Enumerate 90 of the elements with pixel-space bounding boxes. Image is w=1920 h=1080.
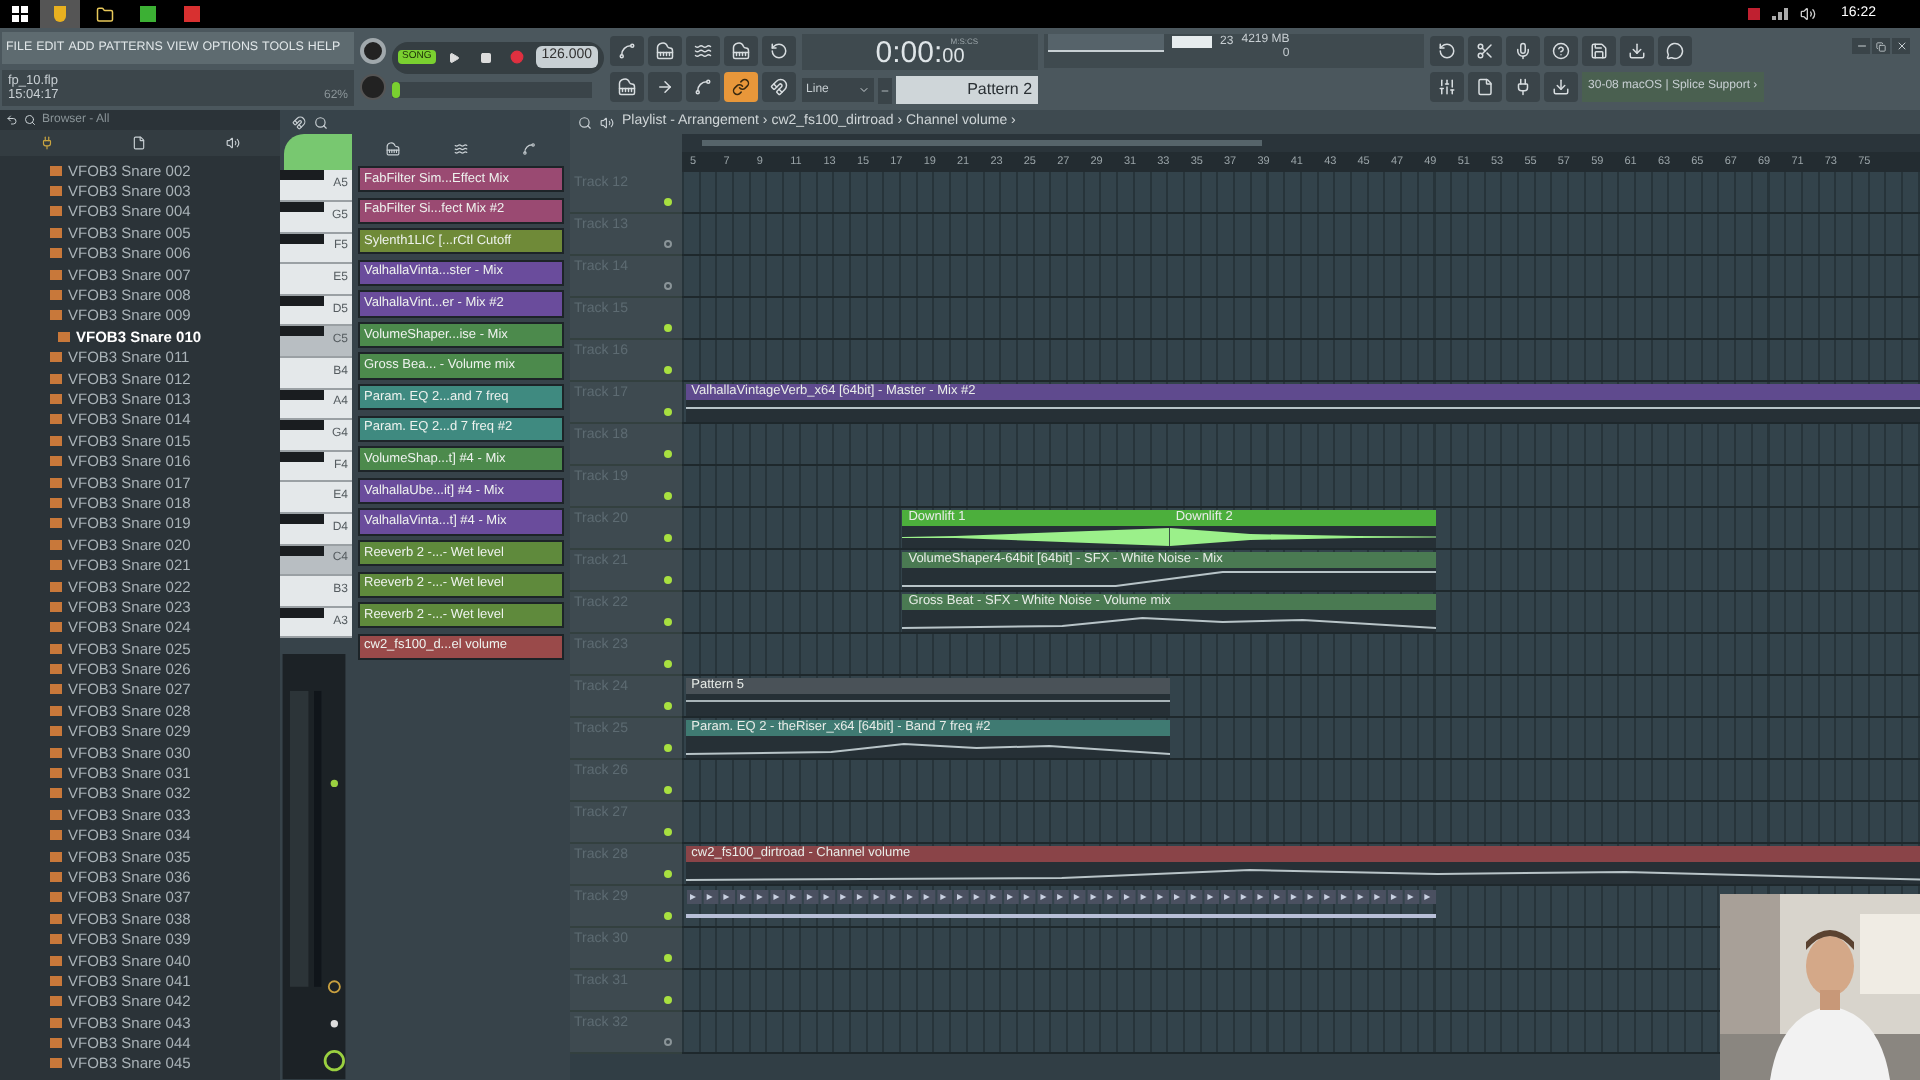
sharp-key[interactable] [280,514,324,525]
loop-icon [770,42,789,60]
time-centiseconds: 00 [942,46,965,70]
microphone-icon [1514,42,1533,60]
curve-icon [618,42,637,60]
search-icon[interactable] [24,114,36,126]
minus-icon [880,85,891,95]
curve-icon[interactable] [522,142,537,156]
wave-icon [694,42,713,60]
toolbar-button[interactable] [762,36,797,66]
piano-icon [656,42,675,60]
curve-icon [694,78,713,96]
save-icon [1590,42,1609,60]
toolbar-button[interactable] [1430,36,1465,66]
link-icon [732,78,751,96]
toolbar-button[interactable] [1620,36,1655,66]
help-icon [1552,42,1571,60]
back-icon[interactable] [6,114,18,126]
download-icon [1628,42,1647,60]
toolbar-button[interactable] [1430,72,1465,102]
download-icon [1552,78,1571,96]
toolbar-button[interactable] [1506,72,1541,102]
toolbar-button[interactable] [1658,36,1693,66]
time-main: 0:00: [875,38,943,70]
speaker-icon[interactable] [226,136,241,150]
restore-button[interactable] [1872,38,1890,54]
tray-flag-icon[interactable] [1748,8,1761,20]
toolbar-button[interactable] [686,36,721,66]
sharp-key[interactable] [280,326,324,337]
toolbar-button[interactable] [1468,72,1503,102]
toolbar-button[interactable] [610,72,645,102]
magnet-icon[interactable] [292,115,306,129]
toolbar-button[interactable] [610,36,645,66]
chat-icon [1666,42,1685,60]
zoom-icon[interactable] [578,115,592,129]
restore-icon [1876,41,1886,51]
toolbar-button[interactable] [1506,36,1541,66]
toolbar-button[interactable] [686,72,721,102]
pattern-selector[interactable]: Pattern 2 [896,76,1039,104]
magnet-icon [770,78,789,96]
plug-icon[interactable] [39,136,54,150]
signal-icon[interactable] [1772,8,1789,20]
toolbar-button[interactable] [762,72,797,102]
search-icon[interactable] [314,115,328,129]
volume-knob-icon[interactable] [360,38,386,64]
sharp-key[interactable] [280,295,324,306]
cpu-meter [1172,36,1213,48]
minimize-icon [1855,40,1867,52]
refresh-icon [1438,42,1457,60]
toolbar-button[interactable] [648,72,683,102]
position-slider-thumb[interactable] [392,81,400,97]
close-button[interactable] [1892,38,1910,54]
wave-icon[interactable] [453,142,468,156]
sliders-icon [1438,78,1457,96]
record-icon [510,50,525,64]
speaker-icon[interactable] [600,115,614,129]
sharp-key[interactable] [280,451,324,462]
piano-icon [732,42,751,60]
windows-logo-icon[interactable] [12,6,28,22]
minimize-button[interactable] [1852,38,1870,54]
overview-scrollbar[interactable] [682,134,1920,152]
piano-icon [618,78,637,96]
plug-icon [1514,78,1533,96]
play-icon [447,51,460,63]
stop-icon [479,51,492,63]
file-icon [1476,78,1495,96]
rack-header [284,134,352,171]
chevron-down-icon [858,84,871,96]
toolbar-button[interactable] [724,72,759,102]
file-icon[interactable] [132,136,147,150]
toolbar-button[interactable] [648,36,683,66]
sharp-key[interactable] [280,389,324,400]
close-icon [1895,40,1907,52]
arrow-icon [656,78,675,96]
piano-icon[interactable] [385,142,400,156]
scissors-icon [1476,42,1495,60]
toolbar-button[interactable] [1468,36,1503,66]
sharp-key[interactable] [280,233,324,244]
cpu-graph [1048,34,1165,52]
toolbar-button[interactable] [1582,36,1617,66]
toolbar-button[interactable] [724,36,759,66]
sharp-key[interactable] [280,420,324,431]
sharp-key[interactable] [280,202,324,213]
sharp-key[interactable] [280,545,324,556]
volume-icon[interactable] [1800,6,1817,22]
pattern-clips-drawing[interactable] [685,890,1437,924]
toolbar-button[interactable] [1544,36,1579,66]
sharp-key[interactable] [280,607,324,618]
sharp-key[interactable] [280,170,324,181]
toolbar-button[interactable] [1544,72,1579,102]
